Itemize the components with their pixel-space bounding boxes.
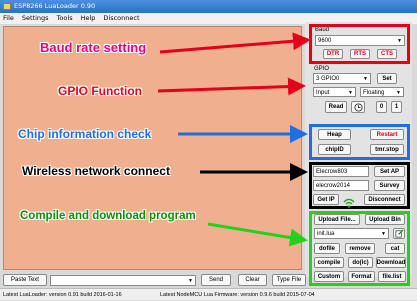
annotation-arrows (157, 32, 311, 247)
arrow-compile (207, 222, 308, 247)
arrow-gpio (157, 77, 306, 96)
arrow-baud (159, 32, 311, 54)
